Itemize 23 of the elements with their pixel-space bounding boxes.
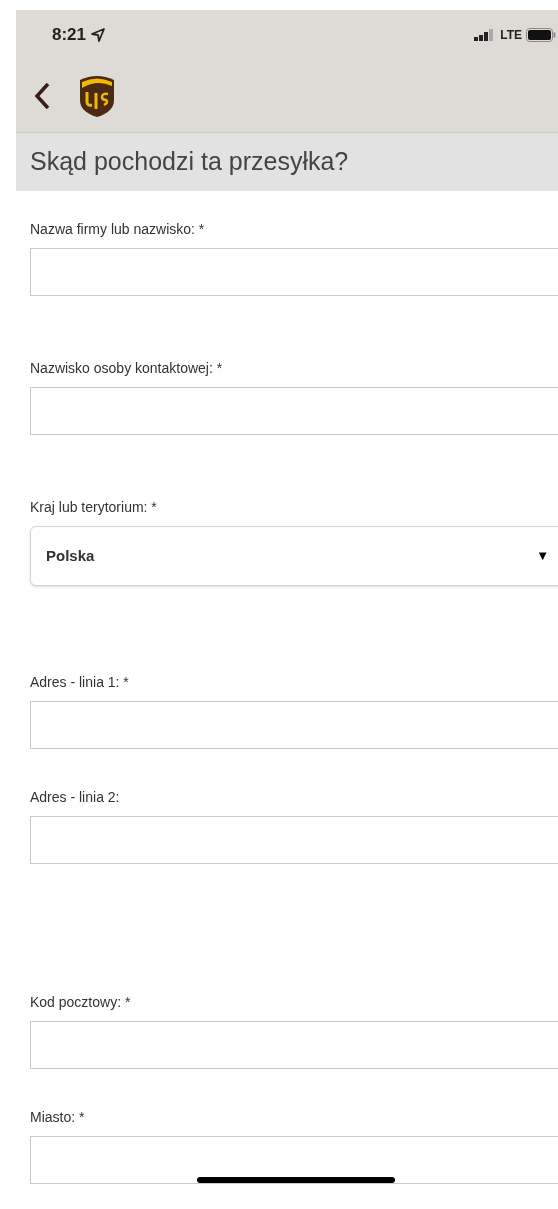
field-label: Adres - linia 1: *	[30, 673, 130, 692]
input-field[interactable]	[30, 1021, 558, 1069]
input-field[interactable]	[30, 1136, 558, 1184]
input-field[interactable]	[30, 701, 558, 749]
network-label: LTE	[500, 27, 522, 44]
shield-logo-icon	[78, 74, 116, 118]
dropdown-arrow: ▼	[536, 547, 549, 566]
location-arrow-icon	[90, 27, 107, 43]
field-label: Nazwisko osoby kontaktowej: *	[30, 359, 224, 378]
field-label: Miasto: *	[30, 1108, 86, 1127]
field-label: Nazwa firmy lub nazwisko: *	[30, 220, 206, 239]
field-label: Kod pocztowy: *	[30, 993, 132, 1012]
input-field[interactable]	[30, 387, 558, 435]
input-field[interactable]	[30, 816, 558, 864]
select-value: Polska	[46, 545, 95, 566]
field-label: Kraj lub terytorium: *	[30, 498, 158, 517]
back-chevron-icon[interactable]	[32, 81, 52, 111]
battery-icon	[526, 28, 556, 42]
input-field[interactable]	[30, 248, 558, 296]
field-label: Adres - linia 2:	[30, 788, 121, 807]
country-select[interactable]: Polska ▼	[30, 526, 558, 586]
page-title: Skąd pochodzi ta przesyłka?	[30, 146, 349, 178]
clock-time: 8:21	[52, 24, 87, 47]
